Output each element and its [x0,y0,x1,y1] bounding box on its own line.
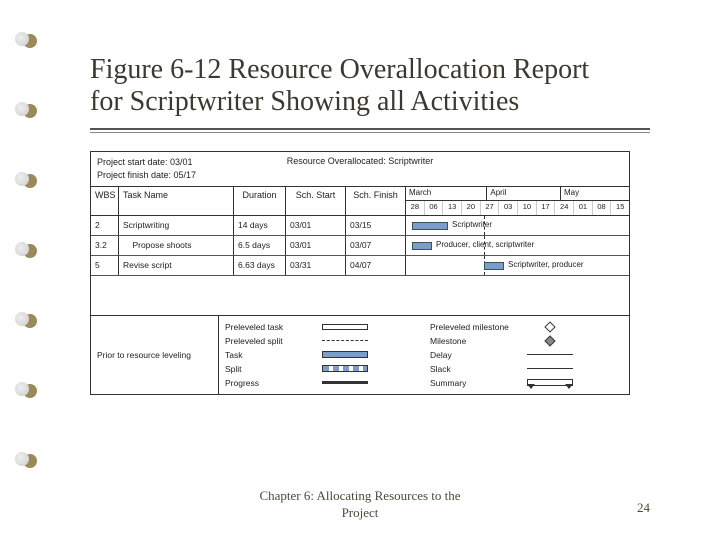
table-row: 2Scriptwriting14 days03/0103/15 Scriptwri… [91,216,629,236]
legend-label: Task [225,350,315,360]
report-header: Project start date: 03/01 Project finish… [91,152,629,186]
legend-label: Preleveled split [225,336,315,346]
legend-label: Progress [225,378,315,388]
title-line-1: Figure 6-12 Resource Overallocation Repo… [90,54,589,85]
legend-label: Delay [430,350,520,360]
legend-icon [520,379,580,386]
legend-icon [315,340,375,341]
gantt-bar-label: Scriptwriter, producer [508,260,584,269]
cell-gantt: Scriptwriter [406,216,629,235]
legend-item: Summary [430,376,623,390]
overallocation-report: Project start date: 03/01 Project finish… [90,151,630,394]
report-spacer [91,276,629,316]
legend-label: Slack [430,364,520,374]
timeline-days: 28 06 13 20 27 03 10 17 24 01 08 15 [406,201,629,215]
col-start: Sch. Start [286,187,346,215]
legend: Prior to resource leveling Preleveled ta… [91,316,629,394]
legend-item: Delay [430,348,623,362]
table-row: 3.2 Propose shoots6.5 days03/0103/07 Prod… [91,236,629,256]
legend-icon [315,381,375,384]
cell-start: 03/01 [286,216,346,235]
cell-duration: 6.63 days [234,256,286,275]
project-start-date: Project start date: 03/01 [97,156,257,169]
cell-duration: 6.5 days [234,236,286,255]
gantt-bar-label: Scriptwriter [452,220,492,229]
legend-item: Preleveled milestone [430,320,623,334]
title-rule-thin [90,132,650,133]
cell-wbs: 3.2 [91,236,119,255]
cell-gantt: Producer, client, scriptwriter [406,236,629,255]
cell-gantt: Scriptwriter, producer [406,256,629,275]
legend-item: Milestone [430,334,623,348]
legend-icon [315,365,375,372]
col-duration: Duration [234,187,286,215]
legend-icon [315,324,375,330]
col-timeline: March April May 28 06 13 20 27 03 10 17 … [406,187,629,215]
gantt-bar [412,222,448,230]
notebook-binding [12,0,48,540]
cell-taskname: Propose shoots [119,236,234,255]
legend-item: Preleveled split [225,334,418,348]
project-finish-date: Project finish date: 05/17 [97,169,257,182]
page-number: 24 [637,500,650,516]
cell-duration: 14 days [234,216,286,235]
cell-start: 03/01 [286,236,346,255]
gantt-bar [412,242,432,250]
cell-taskname: Scriptwriting [119,216,234,235]
cell-finish: 03/07 [346,236,406,255]
cell-taskname: Revise script [119,256,234,275]
title-rule-thick [90,128,650,130]
title-line-2: for Scriptwriter Showing all Activities [90,86,519,117]
legend-label: Summary [430,378,520,388]
cell-finish: 04/07 [346,256,406,275]
legend-icon [520,337,580,345]
cell-wbs: 2 [91,216,119,235]
cell-wbs: 5 [91,256,119,275]
legend-label: Preleveled task [225,322,315,332]
legend-icon [520,368,580,369]
legend-item: Split [225,362,418,376]
cell-finish: 03/15 [346,216,406,235]
col-taskname: Task Name [119,187,234,215]
table-row: 5Revise script6.63 days03/3104/07 Scriptw… [91,256,629,276]
gantt-bar [484,262,504,270]
col-wbs: WBS [91,187,119,215]
legend-caption: Prior to resource leveling [91,316,219,394]
legend-label: Milestone [430,336,520,346]
column-headers: WBS Task Name Duration Sch. Start Sch. F… [91,187,629,216]
legend-icon [315,351,375,358]
gantt-bar-label: Producer, client, scriptwriter [436,240,534,249]
legend-icon [520,354,580,355]
col-finish: Sch. Finish [346,187,406,215]
legend-item: Progress [225,376,418,390]
slide-title: Figure 6-12 Resource Overallocation Repo… [90,54,650,118]
report-title: Resource Overallocated: Scriptwriter [263,152,457,185]
cell-start: 03/31 [286,256,346,275]
timeline-months: March April May [406,187,629,201]
legend-item: Task [225,348,418,362]
slide-footer: Chapter 6: Allocating Resources to the P… [0,488,720,522]
legend-label: Preleveled milestone [430,322,520,332]
legend-label: Split [225,364,315,374]
legend-item: Slack [430,362,623,376]
legend-icon [520,323,580,331]
legend-item: Preleveled task [225,320,418,334]
